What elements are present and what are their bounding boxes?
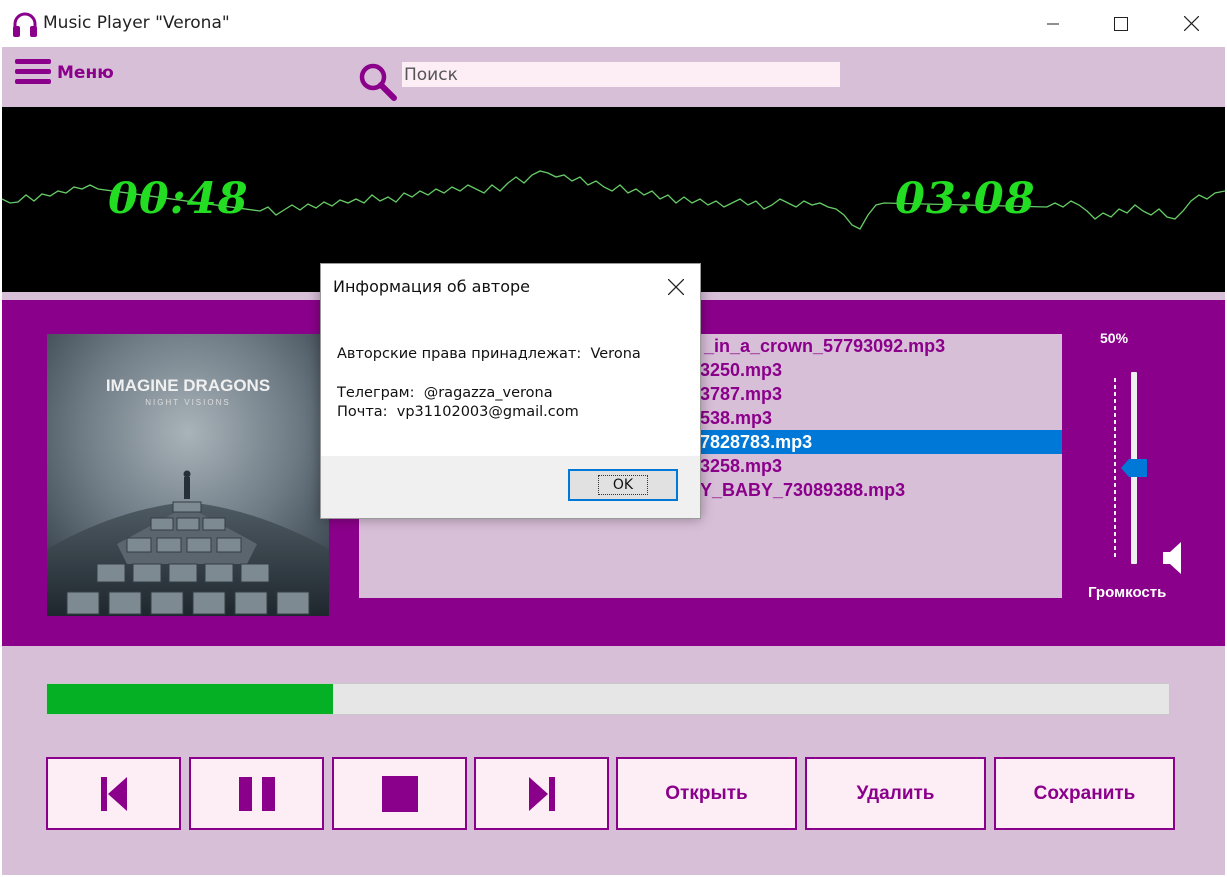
- telegram-text: Телеграм: @ragazza_verona: [337, 385, 553, 401]
- pause-icon: [238, 776, 275, 811]
- ok-button-label: OK: [597, 475, 649, 495]
- open-button[interactable]: Открыть: [616, 757, 797, 830]
- stop-button[interactable]: [332, 757, 467, 830]
- save-button-label: Сохранить: [1033, 782, 1136, 804]
- speaker-icon[interactable]: [1162, 541, 1182, 575]
- delete-button-label: Удалить: [856, 782, 935, 804]
- headphones-icon: [13, 12, 37, 37]
- menu-button[interactable]: Меню: [15, 56, 125, 88]
- skip-forward-icon: [528, 776, 555, 811]
- pause-button[interactable]: [189, 757, 324, 830]
- next-button[interactable]: [474, 757, 609, 830]
- album-name: NIGHT VISIONS: [145, 398, 231, 407]
- maximize-button[interactable]: [1086, 0, 1156, 47]
- search-input[interactable]: [402, 62, 840, 87]
- album-artist: IMAGINE DRAGONS: [105, 376, 271, 395]
- volume-slider-thumb[interactable]: [1121, 459, 1147, 477]
- minimize-button[interactable]: [1018, 0, 1088, 47]
- previous-button[interactable]: [46, 757, 181, 830]
- dialog-close-button[interactable]: [659, 272, 693, 302]
- window-title: Music Player "Verona": [43, 13, 230, 33]
- delete-button[interactable]: Удалить: [805, 757, 986, 830]
- close-icon: [668, 279, 684, 295]
- volume-label: Громкость: [1088, 584, 1167, 601]
- skip-back-icon: [100, 776, 127, 811]
- hamburger-icon: [15, 59, 51, 84]
- album-cover: IMAGINE DRAGONS NIGHT VISIONS: [47, 334, 329, 616]
- copyright-text: Авторские права принадлежат: Verona: [337, 346, 641, 362]
- volume-tick-marks: [1114, 378, 1116, 558]
- current-time: 00:48: [108, 174, 249, 224]
- progress-fill: [47, 684, 334, 714]
- dialog-footer: OK: [321, 456, 700, 518]
- title-bar: Music Player "Verona": [0, 0, 1227, 47]
- ok-button[interactable]: OK: [568, 469, 678, 501]
- email-text: Почта: vp31102003@gmail.com: [337, 404, 579, 420]
- search-icon[interactable]: [358, 62, 398, 102]
- dialog-title: Информация об авторе: [333, 277, 531, 296]
- volume-percent: 50%: [1100, 330, 1129, 346]
- playback-progress-bar[interactable]: [46, 683, 1170, 715]
- close-button[interactable]: [1156, 0, 1226, 47]
- minimize-icon: [1047, 23, 1059, 24]
- close-icon: [1183, 16, 1199, 31]
- menu-label: Меню: [57, 63, 114, 83]
- open-button-label: Открыть: [665, 782, 748, 804]
- about-author-dialog: Информация об авторе Авторские права при…: [320, 263, 701, 519]
- total-time: 03:08: [895, 174, 1036, 224]
- save-button[interactable]: Сохранить: [994, 757, 1175, 830]
- maximize-icon: [1114, 16, 1128, 31]
- stop-icon: [381, 775, 418, 812]
